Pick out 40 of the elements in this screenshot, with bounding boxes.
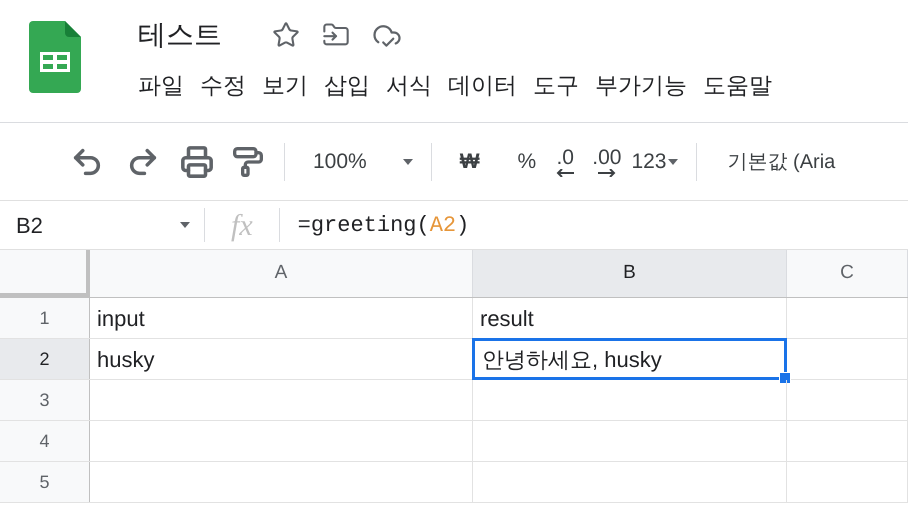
table-cell[interactable]: input [90, 298, 472, 338]
table-cell[interactable]: husky [90, 339, 472, 379]
menu-item[interactable]: 도움말 [697, 68, 778, 102]
column-header[interactable]: B [473, 250, 787, 297]
star-icon[interactable] [272, 21, 300, 49]
menu-item[interactable]: 부가기능 [589, 68, 693, 102]
font-dropdown[interactable]: 기본값 (Aria [727, 146, 836, 176]
column-header[interactable]: C [787, 250, 908, 297]
currency-button[interactable]: ₩ [460, 146, 480, 178]
row-header[interactable]: 3 [0, 380, 90, 420]
menu-item[interactable]: 삽입 [318, 68, 376, 102]
caret-icon [402, 158, 413, 164]
menu-item[interactable]: 수정 [194, 68, 252, 102]
paint-format-icon[interactable] [232, 146, 264, 178]
spreadsheet-logo-icon[interactable] [29, 21, 81, 93]
zoom-dropdown[interactable]: 100% [313, 146, 413, 178]
fx-icon: fx [205, 202, 279, 248]
menu-item[interactable]: 도구 [527, 68, 585, 102]
caret-icon [180, 222, 190, 228]
document-title[interactable]: 테스트 [138, 14, 222, 56]
table-cell[interactable]: result [473, 298, 786, 338]
print-icon[interactable] [180, 144, 214, 178]
formula-field[interactable]: =greeting(A2) [298, 208, 470, 242]
caret-icon [668, 158, 678, 164]
row-header[interactable]: 2 [0, 339, 90, 379]
increase-decimal-button[interactable]: .00 [592, 146, 622, 176]
left-arrow-icon [556, 168, 574, 176]
number-format-dropdown[interactable]: 123 [631, 146, 678, 178]
percent-button[interactable]: % [518, 146, 536, 178]
fill-handle[interactable] [779, 372, 791, 384]
right-arrow-icon [598, 168, 616, 176]
menu-item[interactable]: 보기 [256, 68, 314, 102]
row-header[interactable]: 4 [0, 421, 90, 461]
decrease-decimal-button[interactable]: .0 [556, 146, 574, 176]
menu-item[interactable]: 파일 [132, 68, 190, 102]
row-header[interactable]: 5 [0, 462, 90, 502]
row-header[interactable]: 1 [0, 298, 90, 338]
menu-item[interactable]: 서식 [380, 68, 438, 102]
name-box[interactable]: B2 [0, 201, 204, 249]
menu-item[interactable]: 데이터 [442, 68, 523, 102]
